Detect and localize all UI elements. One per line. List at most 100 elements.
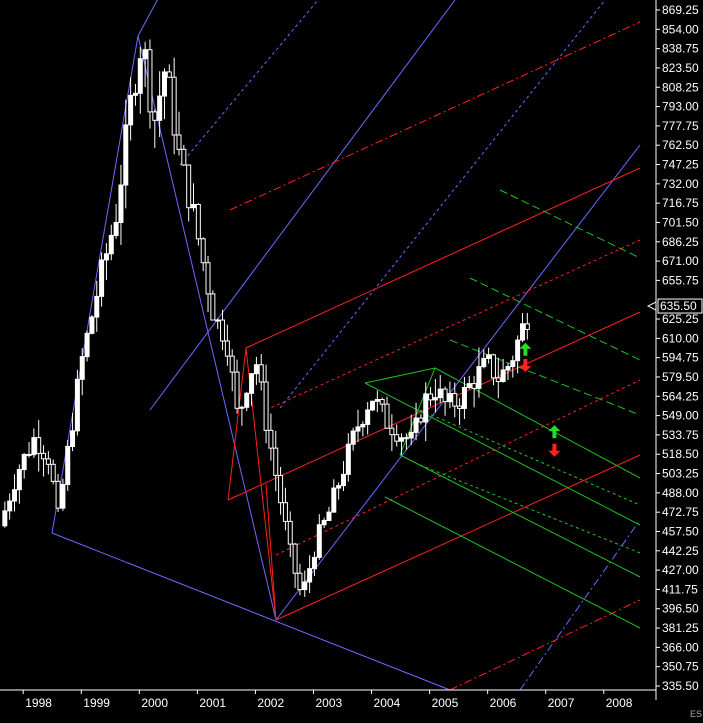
candle-body	[26, 453, 32, 456]
candle-body	[258, 364, 264, 383]
candle-body	[355, 426, 361, 432]
candle-body	[263, 381, 269, 431]
candle-body	[157, 95, 163, 121]
candle-body	[253, 364, 259, 375]
candle-body	[84, 332, 90, 358]
y-tick-label: 869.25	[662, 3, 699, 17]
candle-body	[336, 485, 342, 489]
y-tick-label: 701.50	[662, 215, 699, 229]
y-tick-label: 823.50	[662, 61, 699, 75]
candle-body	[428, 393, 434, 401]
candle-body	[326, 511, 332, 521]
chart-background	[0, 0, 703, 723]
candle-body	[171, 76, 177, 136]
candle-body	[273, 447, 279, 476]
candle-body	[399, 437, 405, 442]
candle-body	[423, 393, 429, 423]
y-tick-label: 854.00	[662, 22, 699, 36]
candle-body	[340, 473, 346, 487]
candle-body	[50, 463, 56, 482]
x-tick-label: 1998	[25, 696, 52, 710]
candle-body	[510, 360, 516, 368]
candle-body	[36, 437, 42, 454]
y-tick-label: 442.25	[662, 544, 699, 558]
y-tick-label: 716.75	[662, 196, 699, 210]
symbol-label: ES	[690, 709, 702, 719]
candle-body	[132, 92, 138, 96]
candle-body	[403, 437, 409, 440]
candle-body	[70, 430, 76, 447]
candle-body	[457, 405, 463, 409]
y-tick-label: 350.75	[662, 660, 699, 674]
candle-body	[195, 203, 201, 240]
candle-body	[350, 430, 356, 445]
candle-body	[142, 49, 148, 60]
candle-body	[166, 71, 172, 78]
y-tick-label: 732.00	[662, 177, 699, 191]
candle-body	[94, 295, 100, 318]
candle-body	[89, 316, 95, 334]
candle-body	[524, 323, 530, 330]
candle-body	[490, 354, 496, 379]
candle-body	[244, 392, 250, 408]
x-tick-label: 1999	[83, 696, 110, 710]
last-price-label: 635.50	[660, 299, 697, 313]
y-tick-label: 762.50	[662, 138, 699, 152]
candle-body	[486, 354, 492, 359]
x-tick-label: 2001	[199, 696, 226, 710]
candle-body	[282, 502, 288, 522]
candle-body	[74, 378, 80, 432]
x-tick-label: 2006	[490, 696, 517, 710]
y-tick-label: 610.00	[662, 331, 699, 345]
x-tick-label: 2003	[315, 696, 342, 710]
candle-body	[147, 49, 153, 113]
candle-body	[505, 366, 511, 371]
y-tick-label: 594.75	[662, 351, 699, 365]
candle-body	[311, 556, 317, 570]
candle-body	[292, 543, 298, 574]
candle-body	[384, 403, 390, 429]
candle-body	[12, 489, 18, 502]
y-tick-label: 457.50	[662, 524, 699, 538]
candle-body	[191, 203, 197, 209]
y-tick-label: 533.75	[662, 428, 699, 442]
candle-body	[103, 253, 109, 261]
candle-body	[16, 469, 22, 491]
candle-body	[466, 383, 472, 388]
candle-body	[476, 366, 482, 389]
candle-body	[176, 134, 182, 150]
candle-body	[437, 388, 443, 399]
y-tick-label: 686.25	[662, 235, 699, 249]
candle-body	[360, 423, 366, 428]
candle-body	[374, 399, 380, 402]
candle-body	[108, 234, 114, 255]
y-tick-label: 793.00	[662, 100, 699, 114]
candle-body	[442, 388, 448, 403]
candle-body	[495, 377, 501, 383]
candle-body	[55, 480, 61, 509]
candle-body	[60, 483, 66, 509]
candle-body	[205, 262, 211, 295]
candle-body	[278, 474, 284, 504]
candle-body	[215, 319, 221, 322]
candle-body	[432, 397, 438, 401]
candle-body	[239, 406, 245, 409]
candle-body	[99, 259, 105, 297]
y-tick-label: 335.50	[662, 679, 699, 693]
y-tick-label: 488.00	[662, 486, 699, 500]
y-tick-label: 808.25	[662, 80, 699, 94]
candle-body	[471, 383, 477, 389]
price-chart: 869.25 854.00 838.75 823.50 808.25 793.00 777.…	[0, 0, 703, 723]
candle-body	[519, 323, 525, 341]
candle-body	[128, 94, 134, 126]
candle-body	[137, 58, 143, 94]
candle-body	[389, 427, 395, 436]
candle-body	[65, 445, 71, 485]
candle-body	[316, 524, 322, 558]
candle-body	[229, 355, 235, 373]
candle-body	[418, 417, 424, 423]
candle-body	[161, 71, 167, 97]
candle-body	[331, 487, 337, 513]
candle-body	[210, 293, 216, 321]
candle-body	[45, 458, 51, 465]
